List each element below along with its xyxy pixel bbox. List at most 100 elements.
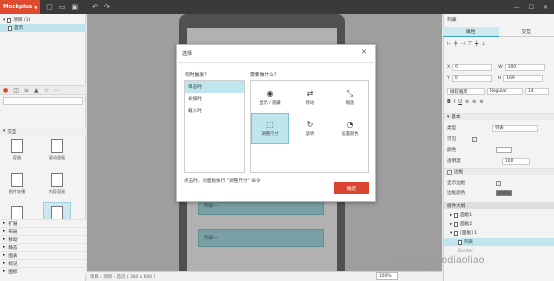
tree-root[interactable]: ▾ 项目 (1): [0, 16, 86, 24]
expand-icon[interactable]: ▾: [3, 18, 5, 23]
ok-button[interactable]: 确定: [334, 182, 369, 194]
action-rotate[interactable]: ↻ 旋转: [292, 114, 328, 143]
text-align-center-icon[interactable]: ≡: [472, 99, 476, 107]
action-move[interactable]: ⇄ 移动: [292, 83, 328, 112]
align-center-icon[interactable]: ╪: [454, 41, 457, 48]
trigger-item-click[interactable]: 单击时: [185, 81, 244, 93]
redo-icon[interactable]: ↷: [104, 3, 110, 11]
document-icon[interactable]: ▢: [46, 3, 53, 11]
section-basic[interactable]: ▾ 基本: [444, 113, 554, 120]
action-resize[interactable]: ⬚ 调整尺寸: [251, 113, 289, 144]
undo-icon[interactable]: ↶: [92, 3, 98, 11]
section-label: 基本: [451, 115, 461, 120]
tab-interaction[interactable]: 交互: [498, 27, 554, 37]
trigger-item-load[interactable]: 载入时: [185, 105, 244, 117]
font-family-select[interactable]: 微软雅黑: [447, 88, 485, 95]
tree-page-item[interactable]: 首页: [0, 24, 86, 32]
action-label: 设置颜色: [341, 131, 359, 137]
brand-menu-button[interactable]: Mockplus ▼: [0, 0, 41, 14]
outline-item[interactable]: ▸ 面板2: [444, 220, 554, 228]
h-label: H: [497, 75, 502, 81]
fill-color-swatch[interactable]: [496, 147, 512, 153]
component-icon[interactable]: ◫: [13, 87, 19, 94]
layer-icon[interactable]: ≡: [24, 87, 29, 94]
app-name: Mockplus: [3, 4, 33, 10]
widget-scroll-panel[interactable]: 滚动面板: [44, 136, 70, 166]
outline-section[interactable]: 组件大纲: [444, 202, 554, 209]
category-static[interactable]: ▸ 静态: [0, 243, 86, 251]
widget-carousel[interactable]: 图片轮播: [4, 170, 30, 200]
trigger-item-longpress[interactable]: 长按时: [185, 93, 244, 105]
section-interaction[interactable]: ▾ 交互: [0, 128, 86, 135]
action-label: 旋转: [305, 131, 315, 137]
opacity-input[interactable]: 100: [502, 157, 530, 165]
italic-icon[interactable]: I: [454, 99, 455, 107]
category-markup[interactable]: ▸ 标记: [0, 259, 86, 267]
action-show-hide[interactable]: ◉ 显示 / 隐藏: [252, 83, 288, 112]
logo-icon[interactable]: ●: [3, 87, 8, 94]
tab-properties[interactable]: 属性: [443, 27, 499, 37]
h-input[interactable]: 169: [503, 74, 544, 82]
action-scale[interactable]: ⤡ 缩放: [332, 83, 368, 112]
type-input[interactable]: 列表: [492, 124, 538, 132]
minimize-icon[interactable]: —: [514, 4, 520, 11]
section-border[interactable]: ✓ 边框: [444, 168, 554, 175]
rotate-icon: ↻: [306, 119, 314, 129]
component-search-input[interactable]: [3, 97, 83, 105]
category-mobile[interactable]: ▸ 移动: [0, 235, 86, 243]
more-icon[interactable]: ⋯: [54, 87, 60, 94]
action-grid: ◉ 显示 / 隐藏 ⇄ 移动 ⤡ 缩放 ⬚ 调整尺寸 ↻ 旋转 ◔ 设置颜色: [250, 80, 369, 173]
folder-icon[interactable]: ▭: [59, 3, 66, 11]
w-input[interactable]: 300: [504, 63, 545, 71]
scroll-panel-icon: [51, 139, 63, 153]
zoom-select[interactable]: 100%: [376, 272, 398, 280]
image-icon[interactable]: ▲: [34, 87, 39, 94]
align-middle-icon[interactable]: ┿: [475, 41, 478, 48]
x-input[interactable]: 0: [452, 63, 493, 71]
action-label: 调整尺寸: [261, 131, 279, 137]
text-align-right-icon[interactable]: ≡: [479, 99, 483, 107]
category-label: 移动: [8, 237, 18, 243]
carousel-icon: [11, 172, 23, 187]
border-checkbox[interactable]: ✓: [447, 169, 452, 175]
font-weight-select[interactable]: Regular: [487, 88, 523, 95]
action-set-color[interactable]: ◔ 设置颜色: [332, 114, 368, 143]
category-icons[interactable]: ▸ 图标: [0, 267, 86, 275]
text-align-left-icon[interactable]: ≡: [465, 99, 469, 107]
chevron-right-icon: ▸: [3, 237, 6, 242]
chevron-right-icon: ▸: [3, 269, 6, 274]
outline-item[interactable]: ▾ [面板] 1: [444, 229, 554, 237]
align-top-icon[interactable]: ⊤: [468, 41, 472, 48]
star-icon[interactable]: ☆: [44, 87, 49, 94]
outline-label: 面板2: [460, 222, 473, 227]
opacity-row: 透明度 100: [447, 157, 551, 165]
outline-item[interactable]: Border: [444, 247, 554, 255]
widget-container[interactable]: 容器: [4, 136, 30, 166]
underline-icon[interactable]: U: [458, 99, 462, 107]
palette-icon: ◔: [346, 119, 354, 129]
show-border-checkbox[interactable]: ✓: [496, 180, 501, 186]
category-extend[interactable]: ▸ 扩展: [0, 219, 86, 227]
widget-content-panel[interactable]: 内容面板: [44, 170, 70, 200]
align-left-icon[interactable]: ⊢: [447, 41, 451, 48]
border-color-swatch[interactable]: [496, 190, 512, 196]
y-input[interactable]: 0: [451, 74, 492, 82]
close-icon[interactable]: ✕: [361, 48, 367, 56]
tree-root-label: 项目 (1): [13, 18, 31, 23]
panel-icon: [454, 212, 459, 218]
category-layout[interactable]: ▸ 布局: [0, 227, 86, 235]
panel-icon: [454, 221, 459, 227]
outline-item[interactable]: ▸ 面板1: [444, 211, 554, 219]
visible-checkbox[interactable]: ✓: [472, 136, 477, 142]
category-chart[interactable]: ▸ 图表: [0, 251, 86, 259]
bold-icon[interactable]: B: [447, 99, 451, 107]
align-right-icon[interactable]: ⊣: [460, 41, 464, 48]
close-window-icon[interactable]: ✕: [543, 4, 548, 11]
align-bottom-icon[interactable]: ⊥: [481, 41, 485, 48]
outline-item-selected[interactable]: 列表: [444, 238, 554, 246]
save-icon[interactable]: ▣: [72, 3, 79, 11]
border-color-row: 边框颜色: [447, 189, 551, 197]
font-size-input[interactable]: 14: [525, 88, 549, 95]
chevron-right-icon: ▸: [450, 212, 453, 218]
maximize-icon[interactable]: ☐: [529, 4, 534, 11]
